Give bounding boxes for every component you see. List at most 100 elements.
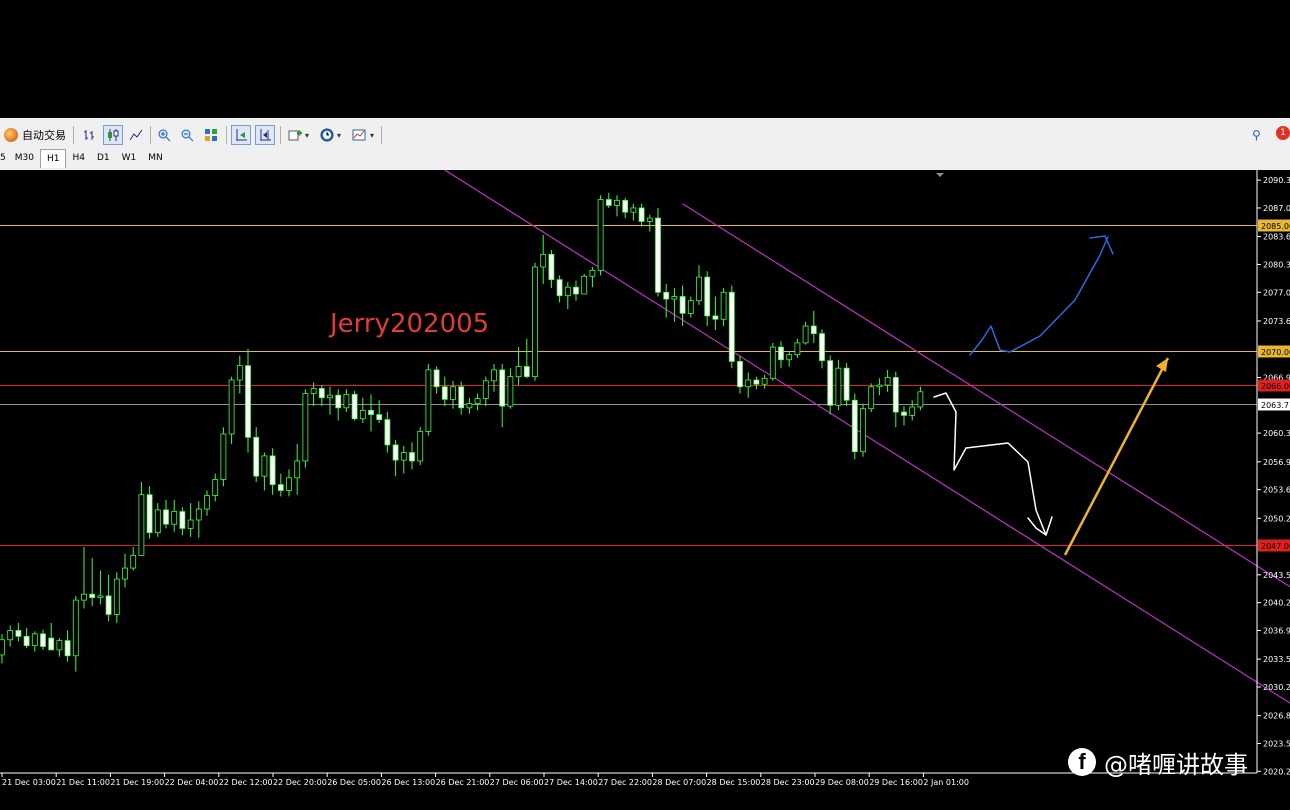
timeframe-tab[interactable]: H4: [66, 149, 91, 167]
candle-body: [187, 519, 194, 529]
candle-body: [474, 398, 481, 405]
templates-button[interactable]: [349, 125, 369, 145]
watermark-text: @啫喱讲故事: [1104, 750, 1248, 779]
timeframe-tab[interactable]: 5: [0, 149, 12, 167]
search-icon[interactable]: ⚲: [1252, 128, 1261, 142]
auto-scroll-button[interactable]: [231, 125, 251, 145]
candle-body: [573, 286, 579, 295]
candle-body: [810, 325, 817, 335]
zoom-out-button[interactable]: [177, 125, 197, 145]
timeframe-tab-selected[interactable]: H1: [39, 149, 67, 168]
time-tick-label: 28 Dec 07:00: [652, 778, 706, 787]
candlestick-chart-button[interactable]: [103, 125, 123, 145]
candle-body: [769, 346, 776, 379]
templates-dropdown-icon[interactable]: ▾: [367, 125, 377, 145]
timeframe-tab[interactable]: MN: [142, 149, 169, 167]
level-label: 2085.00: [1261, 222, 1290, 231]
candle-body: [7, 630, 14, 641]
candle-body: [31, 633, 38, 647]
candle-body: [310, 388, 317, 394]
candle-body: [327, 394, 333, 399]
candle-body: [564, 286, 571, 297]
candle-body: [56, 640, 63, 651]
candle-body: [614, 199, 620, 206]
price-tick-label: 2036.90: [1263, 626, 1290, 635]
candle-body: [113, 578, 120, 615]
price-tick-label: 2026.80: [1263, 712, 1290, 721]
price-tick-label: 2033.50: [1263, 655, 1290, 664]
candle-body: [868, 386, 875, 410]
candle-body: [163, 509, 169, 525]
candle-body: [704, 276, 711, 317]
candle-body: [458, 386, 465, 409]
candle-body: [556, 279, 563, 297]
candle-body: [499, 369, 506, 407]
level-label: 2063.71: [1261, 401, 1290, 410]
toolbar-separator: [226, 126, 227, 144]
time-tick-label: 22 Dec 04:00: [165, 778, 219, 787]
candle-body: [433, 369, 440, 388]
toolbar-separator: [381, 126, 382, 144]
candle-body: [638, 207, 645, 222]
periods-dropdown-icon[interactable]: ▾: [334, 125, 344, 145]
candle-body: [97, 595, 104, 598]
timeframe-tab[interactable]: M30: [12, 149, 40, 167]
line-chart-button[interactable]: [126, 125, 146, 145]
candle-body: [843, 367, 850, 401]
candle-body: [359, 409, 366, 420]
candle-body: [655, 217, 661, 293]
time-tick-label: 22 Dec 20:00: [273, 778, 327, 787]
candle-body: [81, 593, 87, 601]
candle-body: [491, 369, 497, 382]
candle-body: [745, 379, 752, 388]
candle-body: [860, 408, 866, 453]
candle-body: [417, 431, 424, 462]
candle-body: [671, 296, 678, 300]
candle-body: [884, 377, 891, 386]
candle-body: [605, 199, 612, 206]
chart-shift-button[interactable]: [255, 125, 275, 145]
notification-badge[interactable]: 1: [1276, 126, 1290, 140]
top-black-band: [0, 0, 1290, 118]
time-tick-label: 2 Jan 01:00: [923, 778, 969, 787]
line-chart-icon: [129, 129, 143, 141]
candle-body: [819, 333, 825, 361]
candle-body: [646, 217, 653, 222]
candle-body: [64, 640, 71, 657]
candle-body: [482, 380, 489, 399]
candle-body: [532, 266, 538, 378]
candle-body: [302, 393, 309, 462]
candle-body: [835, 367, 842, 406]
price-chart[interactable]: Jerry202005 2090.30 2087.00 2083.60 2080.30…: [0, 170, 1290, 810]
auto-trading-button[interactable]: 自动交易: [4, 125, 66, 145]
candle-body: [130, 555, 137, 569]
candle-body: [105, 595, 112, 615]
candle-body: [228, 379, 235, 435]
template-icon: [352, 129, 366, 141]
candle-body: [630, 207, 637, 213]
time-tick-label: 21 Dec 19:00: [110, 778, 164, 787]
candle-body: [876, 384, 883, 388]
add-indicator-icon: [288, 130, 302, 141]
timeframe-tab[interactable]: W1: [116, 149, 143, 167]
time-tick-label: 29 Dec 16:00: [869, 778, 923, 787]
indicators-dropdown-icon[interactable]: ▾: [302, 125, 312, 145]
zoom-in-button[interactable]: [154, 125, 174, 145]
time-tick-label: 28 Dec 15:00: [707, 778, 761, 787]
tile-windows-button[interactable]: [201, 125, 221, 145]
candlestick-icon: [108, 129, 119, 141]
watermark: f @啫喱讲故事: [1068, 742, 1248, 782]
candle-body: [778, 346, 784, 361]
candle-body: [376, 414, 383, 421]
candle-body: [23, 635, 30, 647]
candle-body: [15, 630, 22, 637]
bar-chart-button[interactable]: [80, 125, 100, 145]
candle-body: [89, 593, 96, 598]
candle-body: [507, 376, 514, 407]
zoom-in-icon: [158, 129, 171, 142]
time-tick-label: 26 Dec 05:00: [327, 778, 381, 787]
timeframe-tab[interactable]: D1: [91, 149, 116, 167]
candle-body: [294, 460, 301, 479]
price-tick-label: 2023.50: [1263, 739, 1290, 748]
time-tick-label: 26 Dec 13:00: [381, 778, 435, 787]
